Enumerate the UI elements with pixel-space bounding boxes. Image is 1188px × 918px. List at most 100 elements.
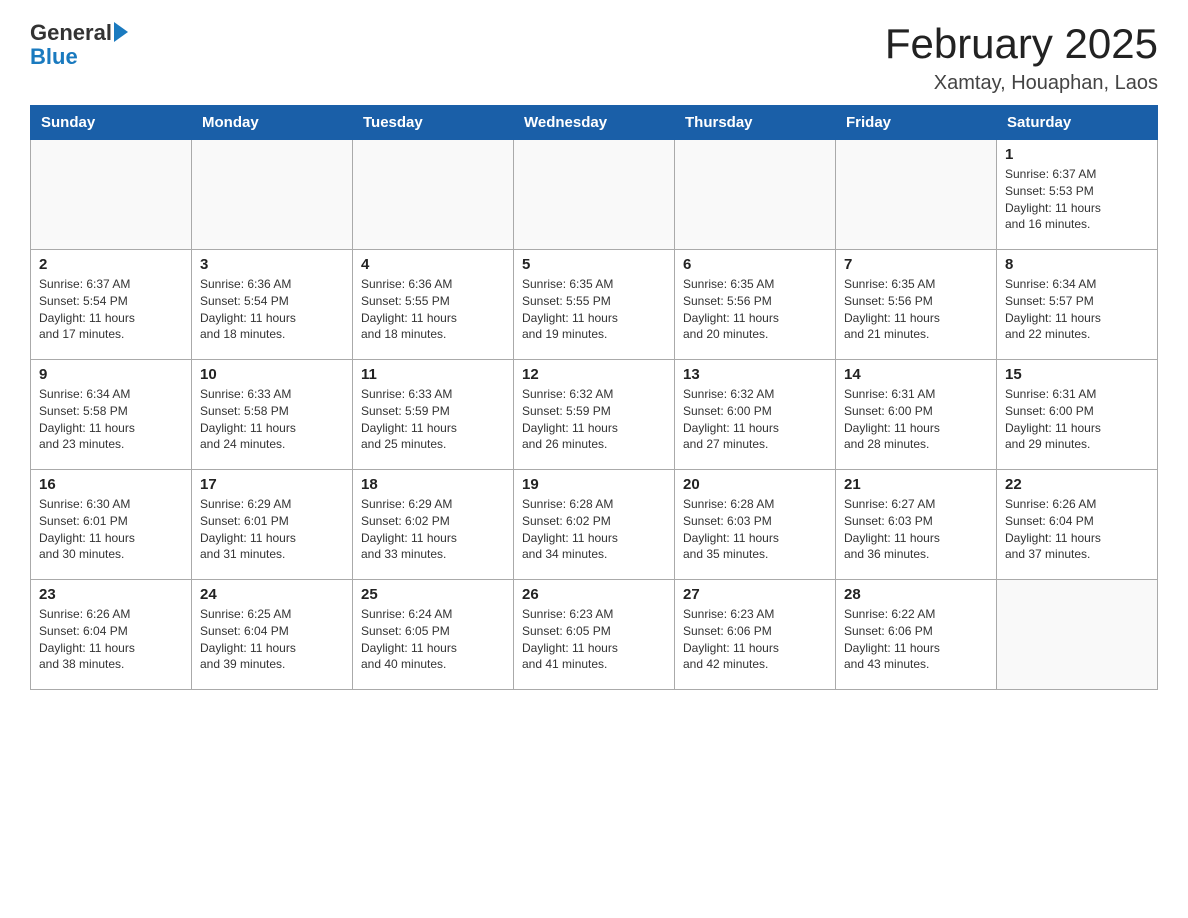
day-number: 11 (361, 366, 505, 383)
day-number: 24 (200, 586, 344, 603)
calendar-cell (675, 140, 836, 250)
day-number: 12 (522, 366, 666, 383)
calendar-cell (353, 140, 514, 250)
day-number: 17 (200, 476, 344, 493)
calendar-table: SundayMondayTuesdayWednesdayThursdayFrid… (30, 105, 1158, 690)
calendar-cell: 1Sunrise: 6:37 AM Sunset: 5:53 PM Daylig… (997, 140, 1158, 250)
day-number: 8 (1005, 256, 1149, 273)
day-info: Sunrise: 6:34 AM Sunset: 5:57 PM Dayligh… (1005, 276, 1149, 343)
day-info: Sunrise: 6:28 AM Sunset: 6:02 PM Dayligh… (522, 496, 666, 563)
calendar-cell: 16 Sunrise: 6:30 AM Sunset: 6:01 PM Dayli… (31, 470, 192, 580)
calendar-cell: 6 Sunrise: 6:35 AM Sunset: 5:56 PM Daylig… (675, 250, 836, 360)
day-info: Sunrise: 6:24 AM Sunset: 6:05 PM Dayligh… (361, 606, 505, 673)
day-number: 6 (683, 256, 827, 273)
calendar-cell: 5 Sunrise: 6:35 AM Sunset: 5:55 PM Daylig… (514, 250, 675, 360)
calendar-cell: 7 Sunrise: 6:35 AM Sunset: 5:56 PM Daylig… (836, 250, 997, 360)
calendar-body: 1Sunrise: 6:37 AM Sunset: 5:53 PM Daylig… (31, 140, 1158, 690)
day-info: Sunrise: 6:35 AM Sunset: 5:55 PM Dayligh… (522, 276, 666, 343)
weekday-header-row: SundayMondayTuesdayWednesdayThursdayFrid… (31, 106, 1158, 140)
day-info: Sunrise: 6:32 AM Sunset: 6:00 PM Dayligh… (683, 386, 827, 453)
title-area: February 2025 Xamtay, Houaphan, Laos (885, 20, 1158, 95)
logo-general-text: General (30, 20, 112, 46)
calendar-cell: 27Sunrise: 6:23 AM Sunset: 6:06 PM Dayli… (675, 580, 836, 690)
weekday-header-monday: Monday (192, 106, 353, 140)
day-number: 2 (39, 256, 183, 273)
logo: General Blue (30, 20, 128, 70)
day-number: 5 (522, 256, 666, 273)
day-info: Sunrise: 6:31 AM Sunset: 6:00 PM Dayligh… (844, 386, 988, 453)
day-info: Sunrise: 6:29 AM Sunset: 6:01 PM Dayligh… (200, 496, 344, 563)
calendar-cell: 23Sunrise: 6:26 AM Sunset: 6:04 PM Dayli… (31, 580, 192, 690)
calendar-week-2: 2 Sunrise: 6:37 AM Sunset: 5:54 PM Daylig… (31, 250, 1158, 360)
day-info: Sunrise: 6:23 AM Sunset: 6:05 PM Dayligh… (522, 606, 666, 673)
calendar-week-4: 16 Sunrise: 6:30 AM Sunset: 6:01 PM Dayli… (31, 470, 1158, 580)
day-number: 7 (844, 256, 988, 273)
logo-blue-text: Blue (30, 44, 78, 70)
calendar-cell (997, 580, 1158, 690)
day-number: 3 (200, 256, 344, 273)
calendar-cell: 12 Sunrise: 6:32 AM Sunset: 5:59 PM Dayli… (514, 360, 675, 470)
calendar-title: February 2025 (885, 20, 1158, 68)
day-number: 14 (844, 366, 988, 383)
day-number: 15 (1005, 366, 1149, 383)
calendar-cell: 25 Sunrise: 6:24 AM Sunset: 6:05 PM Dayli… (353, 580, 514, 690)
day-info: Sunrise: 6:34 AM Sunset: 5:58 PM Dayligh… (39, 386, 183, 453)
day-info: Sunrise: 6:29 AM Sunset: 6:02 PM Dayligh… (361, 496, 505, 563)
day-number: 13 (683, 366, 827, 383)
calendar-cell: 28 Sunrise: 6:22 AM Sunset: 6:06 PM Dayli… (836, 580, 997, 690)
day-info: Sunrise: 6:36 AM Sunset: 5:55 PM Dayligh… (361, 276, 505, 343)
weekday-header-friday: Friday (836, 106, 997, 140)
day-info: Sunrise: 6:26 AM Sunset: 6:04 PM Dayligh… (1005, 496, 1149, 563)
day-number: 22 (1005, 476, 1149, 493)
calendar-cell: 11Sunrise: 6:33 AM Sunset: 5:59 PM Dayli… (353, 360, 514, 470)
calendar-cell: 17 Sunrise: 6:29 AM Sunset: 6:01 PM Dayli… (192, 470, 353, 580)
calendar-subtitle: Xamtay, Houaphan, Laos (885, 72, 1158, 95)
calendar-cell: 19 Sunrise: 6:28 AM Sunset: 6:02 PM Dayli… (514, 470, 675, 580)
calendar-cell: 13 Sunrise: 6:32 AM Sunset: 6:00 PM Dayli… (675, 360, 836, 470)
day-info: Sunrise: 6:35 AM Sunset: 5:56 PM Dayligh… (683, 276, 827, 343)
calendar-week-3: 9 Sunrise: 6:34 AM Sunset: 5:58 PM Daylig… (31, 360, 1158, 470)
day-info: Sunrise: 6:28 AM Sunset: 6:03 PM Dayligh… (683, 496, 827, 563)
calendar-cell: 18Sunrise: 6:29 AM Sunset: 6:02 PM Dayli… (353, 470, 514, 580)
day-number: 21 (844, 476, 988, 493)
day-info: Sunrise: 6:22 AM Sunset: 6:06 PM Dayligh… (844, 606, 988, 673)
day-info: Sunrise: 6:37 AM Sunset: 5:53 PM Dayligh… (1005, 166, 1149, 233)
calendar-cell: 3Sunrise: 6:36 AM Sunset: 5:54 PM Daylig… (192, 250, 353, 360)
weekday-header-sunday: Sunday (31, 106, 192, 140)
day-number: 16 (39, 476, 183, 493)
day-number: 28 (844, 586, 988, 603)
day-number: 9 (39, 366, 183, 383)
calendar-cell: 20 Sunrise: 6:28 AM Sunset: 6:03 PM Dayli… (675, 470, 836, 580)
day-number: 26 (522, 586, 666, 603)
day-number: 10 (200, 366, 344, 383)
day-number: 20 (683, 476, 827, 493)
day-number: 19 (522, 476, 666, 493)
day-number: 4 (361, 256, 505, 273)
day-info: Sunrise: 6:37 AM Sunset: 5:54 PM Dayligh… (39, 276, 183, 343)
calendar-cell: 2 Sunrise: 6:37 AM Sunset: 5:54 PM Daylig… (31, 250, 192, 360)
calendar-cell: 8 Sunrise: 6:34 AM Sunset: 5:57 PM Daylig… (997, 250, 1158, 360)
day-number: 25 (361, 586, 505, 603)
calendar-cell (836, 140, 997, 250)
day-info: Sunrise: 6:26 AM Sunset: 6:04 PM Dayligh… (39, 606, 183, 673)
page-header: General Blue February 2025 Xamtay, Houap… (30, 20, 1158, 95)
calendar-cell: 22 Sunrise: 6:26 AM Sunset: 6:04 PM Dayli… (997, 470, 1158, 580)
calendar-cell: 4 Sunrise: 6:36 AM Sunset: 5:55 PM Daylig… (353, 250, 514, 360)
calendar-header: SundayMondayTuesdayWednesdayThursdayFrid… (31, 106, 1158, 140)
calendar-cell (514, 140, 675, 250)
day-info: Sunrise: 6:33 AM Sunset: 5:58 PM Dayligh… (200, 386, 344, 453)
weekday-header-thursday: Thursday (675, 106, 836, 140)
day-info: Sunrise: 6:25 AM Sunset: 6:04 PM Dayligh… (200, 606, 344, 673)
day-info: Sunrise: 6:35 AM Sunset: 5:56 PM Dayligh… (844, 276, 988, 343)
weekday-header-saturday: Saturday (997, 106, 1158, 140)
calendar-cell (192, 140, 353, 250)
calendar-cell: 15Sunrise: 6:31 AM Sunset: 6:00 PM Dayli… (997, 360, 1158, 470)
calendar-cell: 24 Sunrise: 6:25 AM Sunset: 6:04 PM Dayli… (192, 580, 353, 690)
weekday-header-wednesday: Wednesday (514, 106, 675, 140)
calendar-cell: 10 Sunrise: 6:33 AM Sunset: 5:58 PM Dayli… (192, 360, 353, 470)
day-info: Sunrise: 6:30 AM Sunset: 6:01 PM Dayligh… (39, 496, 183, 563)
calendar-cell: 26 Sunrise: 6:23 AM Sunset: 6:05 PM Dayli… (514, 580, 675, 690)
day-info: Sunrise: 6:32 AM Sunset: 5:59 PM Dayligh… (522, 386, 666, 453)
calendar-cell: 21Sunrise: 6:27 AM Sunset: 6:03 PM Dayli… (836, 470, 997, 580)
calendar-week-1: 1Sunrise: 6:37 AM Sunset: 5:53 PM Daylig… (31, 140, 1158, 250)
